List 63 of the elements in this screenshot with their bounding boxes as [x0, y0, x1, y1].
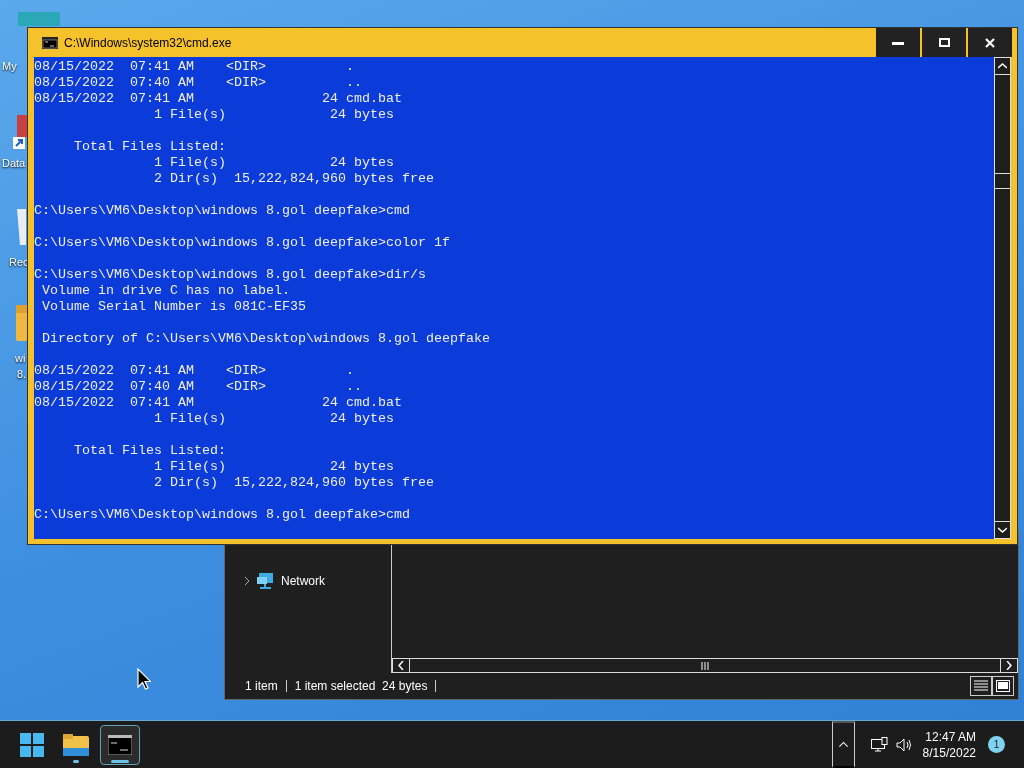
chevron-right-icon	[243, 577, 251, 585]
console-line: 08/15/2022 07:41 AM 24 cmd.bat	[34, 91, 403, 107]
volume-icon[interactable]	[895, 737, 913, 752]
scroll-right-icon[interactable]	[1006, 661, 1012, 670]
close-button[interactable]	[966, 28, 1012, 57]
icon-label[interactable]: Rec	[9, 255, 29, 269]
notification-badge[interactable]: 1	[988, 736, 1005, 753]
minimize-button[interactable]	[874, 28, 920, 57]
scroll-down-icon[interactable]	[998, 527, 1007, 533]
scroll-up-icon[interactable]	[998, 63, 1007, 69]
chevron-up-icon	[838, 741, 848, 748]
maximize-icon	[938, 38, 950, 47]
clock[interactable]: 12:47 AM 8/15/2022	[912, 728, 988, 761]
console-line: Volume Serial Number is 081C-EF35	[41, 299, 307, 315]
show-hidden-icons-button[interactable]	[831, 721, 855, 768]
network-icon	[257, 573, 275, 589]
icon-label[interactable]: Data	[2, 156, 26, 170]
console-line: C:\Users\VM6\Desktop\windows 8.gol deepfake>cmd	[34, 203, 411, 219]
preview-view-button[interactable]	[992, 676, 1014, 696]
console-line: 08/15/2022 07:41 AM 24 cmd.bat	[34, 395, 403, 411]
taskbar-button[interactable]	[100, 724, 140, 765]
close-icon	[985, 37, 995, 48]
console-line: 08/15/2022 07:40 AM <DIR> ..	[34, 379, 363, 395]
console-line: 1 File(s) 24 bytes	[152, 459, 395, 475]
console-line: 2 Dir(s) 15,222,824,960 bytes free	[152, 171, 435, 187]
mouse-cursor-icon	[137, 668, 151, 690]
window-title: C:\Windows\system32\cmd.exe	[64, 34, 232, 52]
window-icon	[996, 680, 1010, 692]
console-line: Directory of C:\Users\VM6\Desktop\windows 8.gol deepfake	[41, 331, 491, 347]
console-line: C:\Users\VM6\Desktop\windows 8.gol deepfake>dir/s	[34, 267, 427, 283]
scroll-thumb[interactable]	[995, 173, 1010, 189]
horizontal-scrollbar[interactable]	[392, 658, 1018, 673]
nav-item[interactable]: Network	[225, 571, 331, 591]
console-line: 08/15/2022 07:41 AM <DIR> .	[34, 59, 355, 75]
grip-icon	[701, 661, 709, 670]
vertical-scrollbar[interactable]	[994, 57, 1011, 539]
console-line: Total Files Listed:	[73, 139, 227, 155]
icon-label[interactable]: 8.	[17, 367, 27, 381]
console-line: Volume in drive C has no label.	[41, 283, 291, 299]
console-line: Total Files Listed:	[73, 443, 227, 459]
console-line: C:\Users\VM6\Desktop\windows 8.gol deepfake>color 1f	[34, 235, 451, 251]
minimize-icon	[892, 40, 904, 45]
icon-label[interactable]: wi	[15, 351, 26, 365]
folder-icon	[63, 733, 89, 756]
console-line: C:\Users\VM6\Desktop\windows 8.gol deepfake>cmd	[34, 507, 411, 523]
console-line: 2 Dir(s) 15,222,824,960 bytes free	[152, 475, 435, 491]
console-line: 1 File(s) 24 bytes	[152, 411, 395, 427]
console-line: 1 File(s) 24 bytes	[152, 107, 395, 123]
scroll-left-icon[interactable]	[398, 661, 404, 670]
network-icon[interactable]	[870, 736, 888, 753]
console-icon	[42, 36, 58, 49]
status-text: 1 item	[245, 678, 278, 695]
shortcut-icon[interactable]	[13, 115, 27, 151]
status-text: 1 item selected 24 bytes	[294, 678, 428, 695]
console-line: 08/15/2022 07:40 AM <DIR> ..	[34, 75, 363, 91]
windows-logo-icon	[20, 732, 44, 757]
console-line: 08/15/2022 07:41 AM <DIR> .	[34, 363, 355, 379]
console-line: 1 File(s) 24 bytes	[152, 155, 395, 171]
console-icon	[108, 734, 132, 755]
list-icon	[974, 680, 988, 692]
icon-label[interactable]: My	[2, 59, 17, 73]
details-view-button[interactable]	[970, 676, 992, 696]
maximize-button[interactable]	[920, 28, 966, 57]
